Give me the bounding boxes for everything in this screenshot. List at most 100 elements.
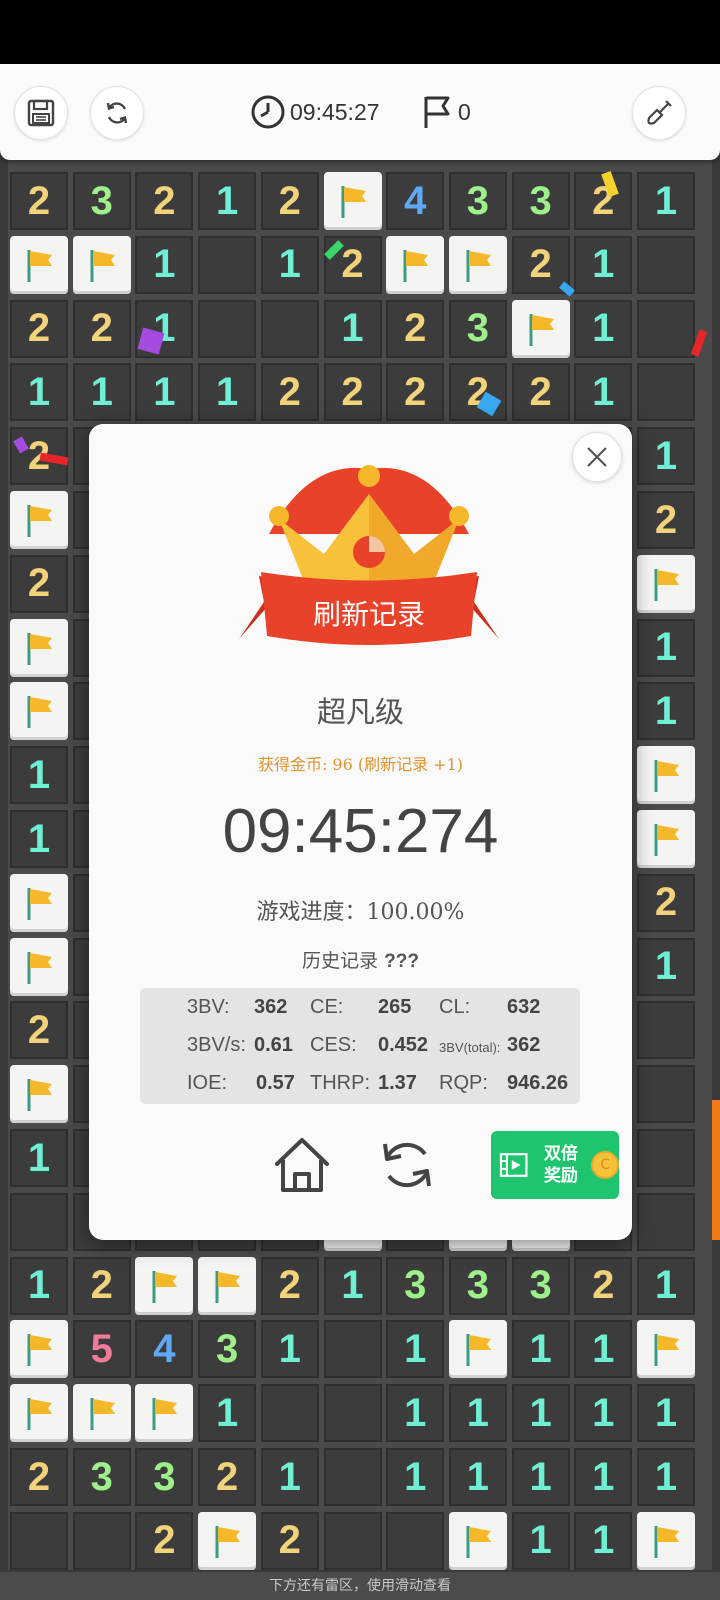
number-cell[interactable]: 3 [198, 1320, 257, 1379]
number-cell[interactable]: 1 [198, 172, 257, 230]
dig-mode-button[interactable] [632, 86, 686, 140]
number-cell[interactable]: 1 [135, 235, 194, 294]
empty-cell[interactable] [637, 1001, 695, 1060]
number-cell[interactable]: 1 [10, 810, 68, 868]
number-cell[interactable]: 1 [198, 363, 257, 422]
flagged-cell[interactable] [72, 235, 131, 294]
flagged-cell[interactable] [10, 937, 68, 996]
flagged-cell[interactable] [511, 299, 570, 358]
number-cell[interactable]: 1 [637, 1384, 695, 1443]
number-cell[interactable]: 1 [574, 299, 633, 358]
number-cell[interactable]: 1 [448, 1448, 507, 1506]
number-cell[interactable]: 2 [260, 1511, 319, 1570]
flagged-cell[interactable] [386, 235, 445, 294]
flagged-cell[interactable] [637, 810, 695, 868]
number-cell[interactable]: 2 [10, 1001, 68, 1060]
empty-cell[interactable] [323, 1448, 382, 1506]
number-cell[interactable]: 1 [72, 363, 131, 422]
empty-cell[interactable] [323, 1511, 382, 1570]
flagged-cell[interactable] [10, 682, 68, 741]
empty-cell[interactable] [10, 1511, 68, 1570]
number-cell[interactable]: 2 [323, 363, 382, 422]
number-cell[interactable]: 3 [511, 1256, 570, 1315]
number-cell[interactable]: 3 [448, 1256, 507, 1315]
number-cell[interactable]: 1 [10, 363, 68, 422]
empty-cell[interactable] [260, 1384, 319, 1443]
number-cell[interactable]: 2 [10, 1448, 68, 1506]
number-cell[interactable]: 1 [637, 427, 695, 486]
number-cell[interactable]: 1 [10, 1256, 68, 1315]
number-cell[interactable]: 2 [135, 172, 194, 230]
number-cell[interactable]: 5 [72, 1320, 131, 1379]
number-cell[interactable]: 1 [10, 1129, 68, 1187]
number-cell[interactable]: 4 [135, 1320, 194, 1379]
number-cell[interactable]: 1 [637, 1448, 695, 1506]
number-cell[interactable]: 1 [386, 1320, 445, 1379]
flagged-cell[interactable] [198, 1511, 257, 1570]
number-cell[interactable]: 2 [574, 1256, 633, 1315]
flagged-cell[interactable] [10, 873, 68, 932]
number-cell[interactable]: 1 [386, 1448, 445, 1506]
flagged-cell[interactable] [198, 1256, 257, 1315]
number-cell[interactable]: 3 [135, 1448, 194, 1506]
number-cell[interactable]: 1 [10, 746, 68, 805]
empty-cell[interactable] [10, 1192, 68, 1251]
flagged-cell[interactable] [637, 746, 695, 805]
empty-cell[interactable] [637, 363, 695, 422]
empty-cell[interactable] [198, 299, 257, 358]
flagged-cell[interactable] [637, 1320, 695, 1379]
empty-cell[interactable] [198, 235, 257, 294]
number-cell[interactable]: 1 [260, 235, 319, 294]
number-cell[interactable]: 1 [637, 682, 695, 741]
empty-cell[interactable] [637, 1192, 695, 1251]
number-cell[interactable]: 2 [10, 299, 68, 358]
number-cell[interactable]: 1 [386, 1384, 445, 1443]
flagged-cell[interactable] [637, 554, 695, 613]
close-button[interactable] [572, 432, 622, 482]
number-cell[interactable]: 3 [72, 172, 131, 230]
flagged-cell[interactable] [448, 1320, 507, 1379]
refresh-button[interactable] [90, 86, 144, 140]
empty-cell[interactable] [637, 1065, 695, 1124]
number-cell[interactable]: 2 [386, 363, 445, 422]
number-cell[interactable]: 1 [637, 618, 695, 677]
flagged-cell[interactable] [448, 235, 507, 294]
number-cell[interactable]: 1 [574, 363, 633, 422]
number-cell[interactable]: 3 [448, 299, 507, 358]
number-cell[interactable]: 2 [511, 363, 570, 422]
number-cell[interactable]: 2 [72, 1256, 131, 1315]
number-cell[interactable]: 1 [574, 1448, 633, 1506]
number-cell[interactable]: 1 [637, 937, 695, 996]
number-cell[interactable]: 1 [448, 1384, 507, 1443]
number-cell[interactable]: 3 [386, 1256, 445, 1315]
empty-cell[interactable] [260, 299, 319, 358]
flagged-cell[interactable] [135, 1256, 194, 1315]
flagged-cell[interactable] [72, 1384, 131, 1443]
flagged-cell[interactable] [10, 1384, 68, 1443]
number-cell[interactable]: 1 [511, 1511, 570, 1570]
number-cell[interactable]: 1 [323, 299, 382, 358]
number-cell[interactable]: 1 [574, 1320, 633, 1379]
empty-cell[interactable] [637, 1129, 695, 1187]
number-cell[interactable]: 1 [574, 235, 633, 294]
number-cell[interactable]: 2 [386, 299, 445, 358]
number-cell[interactable]: 4 [386, 172, 445, 230]
number-cell[interactable]: 2 [448, 363, 507, 422]
number-cell[interactable]: 1 [511, 1448, 570, 1506]
save-button[interactable] [14, 86, 68, 140]
flagged-cell[interactable] [10, 491, 68, 549]
flagged-cell[interactable] [323, 172, 382, 230]
empty-cell[interactable] [323, 1320, 382, 1379]
number-cell[interactable]: 2 [10, 172, 68, 230]
number-cell[interactable]: 2 [637, 873, 695, 932]
flagged-cell[interactable] [135, 1384, 194, 1443]
flagged-cell[interactable] [448, 1511, 507, 1570]
number-cell[interactable]: 1 [637, 1256, 695, 1315]
empty-cell[interactable] [72, 1511, 131, 1570]
number-cell[interactable]: 2 [637, 491, 695, 549]
restart-button[interactable] [377, 1134, 437, 1196]
empty-cell[interactable] [637, 299, 695, 358]
number-cell[interactable]: 3 [72, 1448, 131, 1506]
number-cell[interactable]: 1 [511, 1384, 570, 1443]
flagged-cell[interactable] [10, 1065, 68, 1124]
